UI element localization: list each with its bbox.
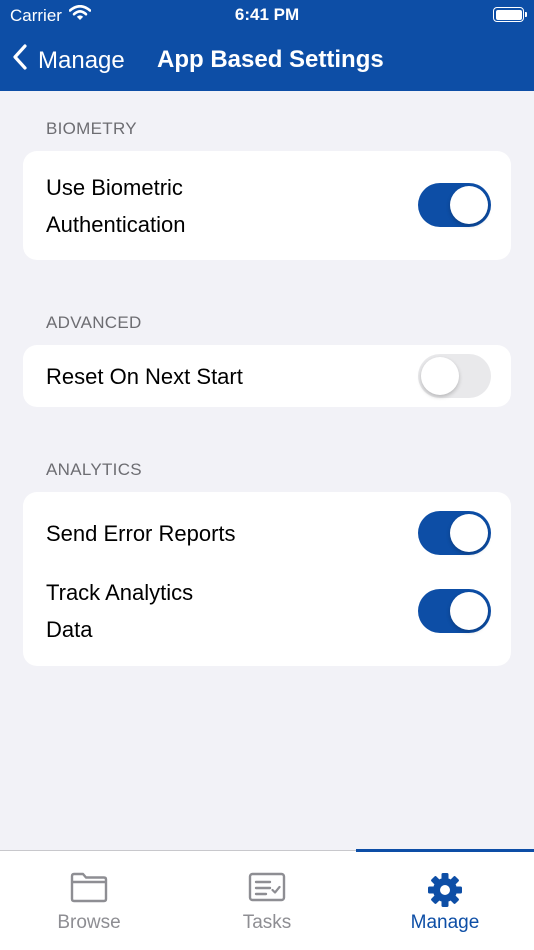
setting-label-error-reports: Send Error Reports: [46, 521, 236, 546]
status-bar: Carrier 6:41 PM: [0, 0, 534, 30]
error-reports-toggle[interactable]: [418, 511, 491, 555]
tab-label-manage: Manage: [410, 912, 480, 933]
page-title: App Based Settings: [157, 46, 384, 73]
setting-row-track-analytics: Track Analytics Data: [23, 574, 511, 666]
setting-row-error-reports: Send Error Reports: [23, 492, 511, 574]
tab-manage[interactable]: Manage: [356, 849, 534, 950]
tab-bar: Browse Tasks Manage: [0, 849, 534, 950]
track-analytics-toggle[interactable]: [418, 589, 491, 633]
gear-icon: [356, 871, 534, 911]
tab-label-tasks: Tasks: [242, 912, 292, 933]
tab-browse[interactable]: Browse: [0, 851, 178, 950]
section-header-biometry: BIOMETRY: [46, 119, 137, 138]
label-line: Data: [46, 617, 93, 642]
navigation-bar: Manage App Based Settings: [0, 40, 534, 84]
battery-icon: [493, 7, 527, 22]
label-line: Authentication: [46, 212, 186, 237]
back-button[interactable]: Manage: [12, 44, 125, 77]
setting-label-reset: Reset On Next Start: [46, 364, 243, 389]
biometric-toggle[interactable]: [418, 183, 491, 227]
setting-label-biometric: Use Biometric Authentication: [46, 169, 185, 243]
reset-toggle[interactable]: [418, 354, 491, 398]
app-header: Carrier 6:41 PM Manage App Based Setting…: [0, 0, 534, 91]
setting-row-reset: Reset On Next Start: [23, 345, 511, 407]
label-line: Use Biometric: [46, 175, 183, 200]
label-line: Track Analytics: [46, 580, 194, 605]
folder-icon: [0, 871, 178, 911]
tab-label-browse: Browse: [57, 912, 121, 933]
tasks-icon: [178, 871, 356, 911]
analytics-card: Send Error Reports Track Analytics Data: [23, 492, 511, 666]
back-button-label: Manage: [38, 46, 125, 74]
chevron-left-icon: [12, 44, 28, 77]
tab-tasks[interactable]: Tasks: [178, 851, 356, 950]
section-header-advanced: ADVANCED: [46, 313, 142, 332]
advanced-card: Reset On Next Start: [23, 345, 511, 407]
setting-label-track-analytics: Track Analytics Data: [46, 574, 193, 648]
clock: 6:41 PM: [234, 5, 300, 24]
biometry-card: Use Biometric Authentication: [23, 151, 511, 260]
setting-row-biometric: Use Biometric Authentication: [23, 151, 511, 260]
section-header-analytics: ANALYTICS: [46, 460, 142, 479]
